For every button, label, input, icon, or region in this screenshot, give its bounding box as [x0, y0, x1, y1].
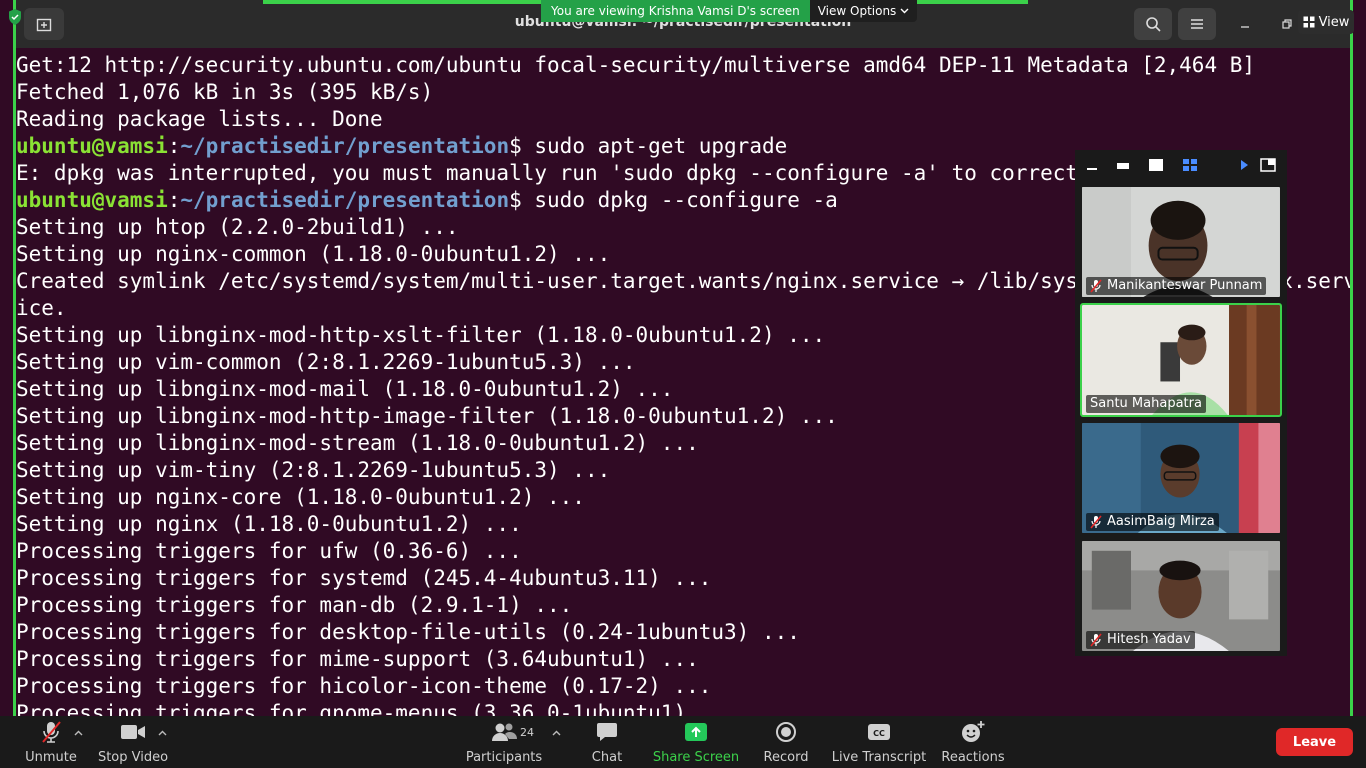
chevron-down-icon — [900, 8, 909, 14]
search-icon — [1146, 17, 1161, 32]
unmute-button[interactable]: Unmute — [24, 720, 78, 766]
participant-name: Manikanteswar Punnam — [1107, 278, 1263, 293]
smiley-add-icon — [962, 721, 985, 742]
participants-icon — [492, 723, 517, 741]
unmute-label: Unmute — [25, 750, 77, 765]
view-button-label: View — [1318, 14, 1350, 30]
reactions-button[interactable]: Reactions — [941, 720, 1005, 766]
leave-button[interactable]: Leave — [1276, 728, 1353, 756]
prompt-separator: : — [167, 188, 181, 212]
shield-icon — [9, 9, 21, 25]
record-label: Record — [763, 750, 809, 765]
prompt-user: ubuntu@vamsi — [16, 134, 168, 158]
minimize-icon — [1241, 26, 1249, 28]
participant-tile[interactable]: Manikanteswar Punnam — [1080, 185, 1282, 299]
view-button[interactable]: View — [1298, 10, 1354, 34]
microphone-muted-icon — [1090, 515, 1102, 529]
stop-video-label: Stop Video — [97, 750, 169, 765]
participant-name-tag: Santu Mahapatra — [1086, 395, 1206, 413]
record-button[interactable]: Record — [762, 720, 810, 766]
side-by-side-icon — [1260, 158, 1276, 172]
microphone-muted-icon — [42, 721, 61, 743]
participant-count: 24 — [520, 726, 534, 739]
participant-name-tag: Hitesh Yadav — [1086, 631, 1195, 649]
prompt-path: ~/practisedir/presentation — [180, 188, 510, 212]
chat-button[interactable]: Chat — [588, 720, 626, 766]
chevron-up-icon — [74, 730, 83, 736]
video-gallery: Manikanteswar Punnam Santu Mahapatra Aas… — [1075, 150, 1287, 656]
closed-caption-icon: CC — [868, 724, 890, 740]
participant-name: Santu Mahapatra — [1090, 396, 1202, 411]
minimize-button[interactable] — [1232, 10, 1258, 38]
audio-options-caret[interactable] — [74, 726, 83, 739]
restore-icon — [1282, 19, 1292, 29]
minimize-video-icon — [1087, 168, 1097, 170]
gallery-view-icon — [1183, 159, 1197, 171]
meeting-toolbar: Unmute Stop Video Participants Chat Shar… — [0, 716, 1366, 768]
video-options-caret[interactable] — [158, 726, 167, 739]
participant-name: Hitesh Yadav — [1107, 632, 1191, 647]
live-transcript-label: Live Transcript — [831, 750, 927, 765]
hamburger-menu-icon — [1191, 19, 1203, 29]
maximize-button[interactable] — [1278, 10, 1296, 38]
microphone-muted-icon — [1090, 633, 1102, 647]
participant-tile[interactable]: Hitesh Yadav — [1080, 539, 1282, 653]
participant-name-tag: Manikanteswar Punnam — [1086, 277, 1267, 295]
participants-label: Participants — [465, 750, 543, 765]
share-screen-label: Share Screen — [652, 750, 740, 765]
terminal-line: Get:12 http://security.ubuntu.com/ubuntu… — [16, 53, 1256, 77]
participants-options-caret[interactable] — [552, 726, 561, 739]
participant-tile[interactable]: AasimBaig Mirza — [1080, 421, 1282, 535]
share-screen-button[interactable]: Share Screen — [652, 720, 740, 766]
terminal-line: Processing triggers for gnome-menus (3.3… — [16, 701, 737, 716]
live-transcript-button[interactable]: CC Live Transcript — [831, 720, 927, 766]
grid-view-icon — [1303, 16, 1315, 28]
side-by-side-button[interactable] — [1259, 158, 1277, 172]
terminal-command: $ sudo dpkg --configure -a — [509, 188, 838, 212]
gallery-toolbar — [1075, 150, 1287, 180]
next-page-button[interactable] — [1237, 158, 1251, 172]
speaker-view-icon — [1149, 159, 1163, 171]
speaker-view-button[interactable] — [1147, 158, 1165, 172]
participant-name-tag: AasimBaig Mirza — [1086, 513, 1219, 531]
chevron-up-icon — [158, 730, 167, 736]
terminal-search-button[interactable] — [1134, 8, 1172, 40]
reactions-label: Reactions — [941, 750, 1005, 765]
terminal-menu-button[interactable] — [1178, 8, 1216, 40]
prompt-path: ~/practisedir/presentation — [180, 134, 510, 158]
chat-bubble-icon — [597, 723, 617, 741]
terminal-line: Processing triggers for hicolor-icon-the… — [16, 674, 712, 698]
svg-text:CC: CC — [873, 729, 885, 738]
prompt-user: ubuntu@vamsi — [16, 188, 168, 212]
record-icon — [776, 722, 796, 742]
chevron-up-icon — [552, 730, 561, 736]
gallery-view-button[interactable] — [1181, 158, 1199, 172]
play-right-icon — [1241, 160, 1248, 170]
viewing-banner-text: You are viewing Krishna Vamsi D's screen — [541, 0, 810, 22]
viewing-banner: You are viewing Krishna Vamsi D's screen… — [541, 0, 918, 22]
prompt-separator: : — [167, 134, 181, 158]
chat-label: Chat — [591, 750, 623, 765]
view-options-label: View Options — [817, 4, 897, 18]
video-camera-icon — [121, 725, 145, 739]
minimize-video-button[interactable] — [1085, 158, 1099, 172]
hide-video-button[interactable] — [1115, 158, 1131, 172]
terminal-line: Fetched 1,076 kB in 3s (395 kB/s) — [16, 80, 434, 104]
view-options-button[interactable]: View Options — [809, 0, 918, 22]
terminal-command: $ sudo apt-get upgrade — [509, 134, 788, 158]
microphone-muted-icon — [1090, 279, 1102, 293]
terminal-line: Reading package lists... Done — [16, 107, 383, 131]
participant-name: AasimBaig Mirza — [1107, 514, 1215, 529]
participant-tile-active-speaker[interactable]: Santu Mahapatra — [1080, 303, 1282, 417]
share-screen-icon — [685, 723, 707, 741]
strip-view-icon — [1117, 163, 1129, 169]
